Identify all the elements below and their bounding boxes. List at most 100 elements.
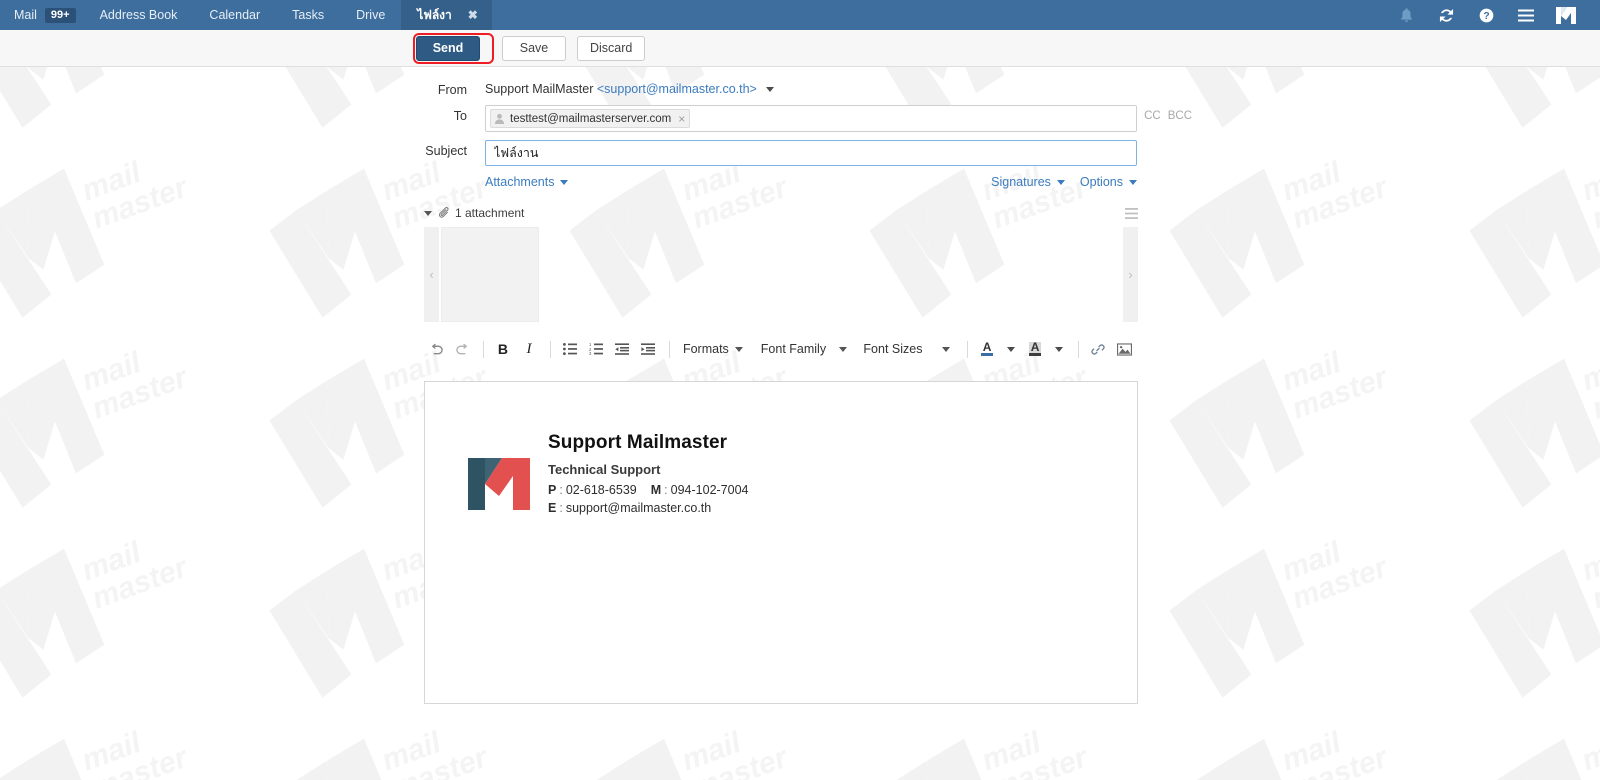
- watermark-tile: mailmaster: [540, 720, 840, 780]
- send-button[interactable]: Send: [416, 35, 480, 61]
- refresh-icon[interactable]: [1426, 0, 1466, 30]
- svg-text:master: master: [1588, 550, 1600, 615]
- svg-text:?: ?: [1483, 11, 1489, 22]
- svg-text:mail: mail: [1278, 346, 1346, 398]
- svg-text:master: master: [88, 360, 194, 425]
- watermark-tile: mailmaster: [1140, 340, 1440, 520]
- from-label: From: [437, 83, 467, 97]
- top-navigation-bar: Mail 99+ Address Book Calendar Tasks Dri…: [0, 0, 1600, 30]
- background-color-button[interactable]: A: [1023, 337, 1047, 361]
- save-button[interactable]: Save: [502, 35, 566, 61]
- compose-tab[interactable]: ไฟล์งา ✖: [401, 0, 492, 30]
- bell-icon[interactable]: [1386, 0, 1426, 30]
- list-view-icon[interactable]: [1125, 207, 1138, 219]
- chevron-down-icon: [839, 346, 848, 352]
- chevron-down-icon[interactable]: [1055, 346, 1064, 352]
- send-button-highlight: Send: [413, 32, 494, 64]
- text-color-button[interactable]: A: [975, 337, 999, 361]
- recipient-chip-label: testtest@mailmasterserver.com: [510, 112, 672, 125]
- to-row: To testtest@mailmasterserver.com × CC BC…: [0, 105, 1600, 132]
- email-signature: Support Mailmaster Technical Support P:0…: [425, 382, 1137, 519]
- indent-icon[interactable]: [636, 337, 660, 361]
- link-icon[interactable]: [1086, 337, 1110, 361]
- text-color-glyph: A: [982, 340, 992, 354]
- watermark-tile: mailmaster: [1440, 720, 1600, 780]
- font-sizes-dropdown[interactable]: Font Sizes: [863, 342, 952, 356]
- discard-button[interactable]: Discard: [577, 35, 646, 61]
- redo-icon[interactable]: [450, 337, 474, 361]
- background-color-glyph: A: [1028, 340, 1042, 354]
- bullet-list-icon[interactable]: [558, 337, 582, 361]
- carousel-next-button[interactable]: ›: [1123, 227, 1138, 322]
- svg-text:master: master: [1588, 740, 1600, 780]
- watermark-tile: mailmaster: [240, 720, 540, 780]
- nav-address-book[interactable]: Address Book: [84, 0, 194, 30]
- nav-mail[interactable]: Mail 99+: [0, 0, 84, 30]
- chevron-down-icon: [942, 346, 951, 352]
- watermark-tile: mailmaster: [0, 340, 240, 520]
- svg-text:mail: mail: [378, 726, 446, 778]
- formats-dropdown[interactable]: Formats: [683, 342, 743, 356]
- remove-recipient-icon[interactable]: ×: [678, 112, 685, 126]
- attachment-carousel: ‹ ›: [424, 227, 1138, 322]
- svg-text:mail: mail: [1578, 726, 1600, 778]
- nav-drive[interactable]: Drive: [340, 0, 401, 30]
- nav-tasks[interactable]: Tasks: [276, 0, 340, 30]
- watermark-tile: mailmaster: [1140, 720, 1440, 780]
- options-dropdown[interactable]: Options: [1080, 175, 1137, 189]
- attachment-list: [439, 227, 1123, 322]
- attachments-dropdown[interactable]: Attachments: [485, 175, 569, 189]
- font-family-dropdown[interactable]: Font Family: [761, 342, 850, 356]
- italic-button[interactable]: I: [517, 337, 541, 361]
- svg-text:master: master: [1288, 740, 1394, 780]
- from-field[interactable]: Support MailMaster <support@mailmaster.c…: [485, 79, 1600, 96]
- chevron-down-icon[interactable]: [766, 87, 775, 93]
- subject-field: [485, 140, 1600, 166]
- nav-calendar[interactable]: Calendar: [193, 0, 276, 30]
- from-name: Support MailMaster: [485, 82, 594, 96]
- cc-button[interactable]: CC: [1144, 110, 1161, 122]
- numbered-list-icon[interactable]: 1 2 3: [584, 337, 608, 361]
- chevron-down-icon[interactable]: [1007, 346, 1016, 352]
- watermark-tile: mailmaster: [1440, 530, 1600, 710]
- formats-label: Formats: [682, 342, 729, 356]
- subject-input[interactable]: [485, 140, 1137, 166]
- chevron-down-icon: [1129, 180, 1137, 186]
- toolbar-divider: [1078, 340, 1080, 358]
- hamburger-menu-icon[interactable]: [1506, 0, 1546, 30]
- bold-button[interactable]: B: [491, 337, 515, 361]
- watermark-tile: mailmaster: [840, 720, 1140, 780]
- phone-separator: :: [559, 483, 563, 497]
- from-value[interactable]: Support MailMaster <support@mailmaster.c…: [485, 79, 1600, 96]
- email-value: support@mailmaster.co.th: [565, 501, 712, 515]
- recipient-chip[interactable]: testtest@mailmasterserver.com ×: [490, 109, 691, 128]
- image-icon[interactable]: [1112, 337, 1136, 361]
- font-family-label: Font Family: [760, 342, 827, 356]
- to-field: testtest@mailmasterserver.com × CC BCC: [485, 105, 1600, 132]
- to-input[interactable]: testtest@mailmasterserver.com × CC BCC: [485, 105, 1192, 132]
- cc-bcc-group: CC BCC: [1144, 110, 1192, 122]
- chevron-down-icon: [1056, 180, 1065, 186]
- undo-icon[interactable]: [424, 337, 448, 361]
- font-sizes-label: Font Sizes: [863, 342, 923, 356]
- watermark-tile: mailmaster: [0, 720, 240, 780]
- svg-text:master: master: [1288, 550, 1394, 615]
- carousel-prev-button[interactable]: ‹: [424, 227, 439, 322]
- bcc-button[interactable]: BCC: [1168, 110, 1192, 122]
- nav-calendar-label: Calendar: [209, 8, 261, 22]
- svg-text:mail: mail: [78, 536, 146, 588]
- close-icon[interactable]: ✖: [468, 8, 478, 22]
- from-row: From Support MailMaster <support@mailmas…: [0, 79, 1600, 97]
- collapse-triangle-icon[interactable]: [424, 210, 432, 216]
- outdent-icon[interactable]: [610, 337, 634, 361]
- message-body-editor[interactable]: Support Mailmaster Technical Support P:0…: [424, 381, 1138, 704]
- toolbar-divider: [668, 340, 670, 358]
- help-icon[interactable]: ?: [1466, 0, 1506, 30]
- mailmaster-logo-icon[interactable]: [1546, 0, 1586, 30]
- attachment-count-label: 1 attachment: [455, 206, 525, 220]
- attachment-thumbnail[interactable]: [441, 227, 539, 322]
- to-label: To: [453, 109, 467, 123]
- signature-email-line: E: support@mailmaster.co.th: [548, 501, 749, 515]
- signature-name: Support Mailmaster: [548, 432, 728, 453]
- signatures-dropdown[interactable]: Signatures: [991, 175, 1065, 189]
